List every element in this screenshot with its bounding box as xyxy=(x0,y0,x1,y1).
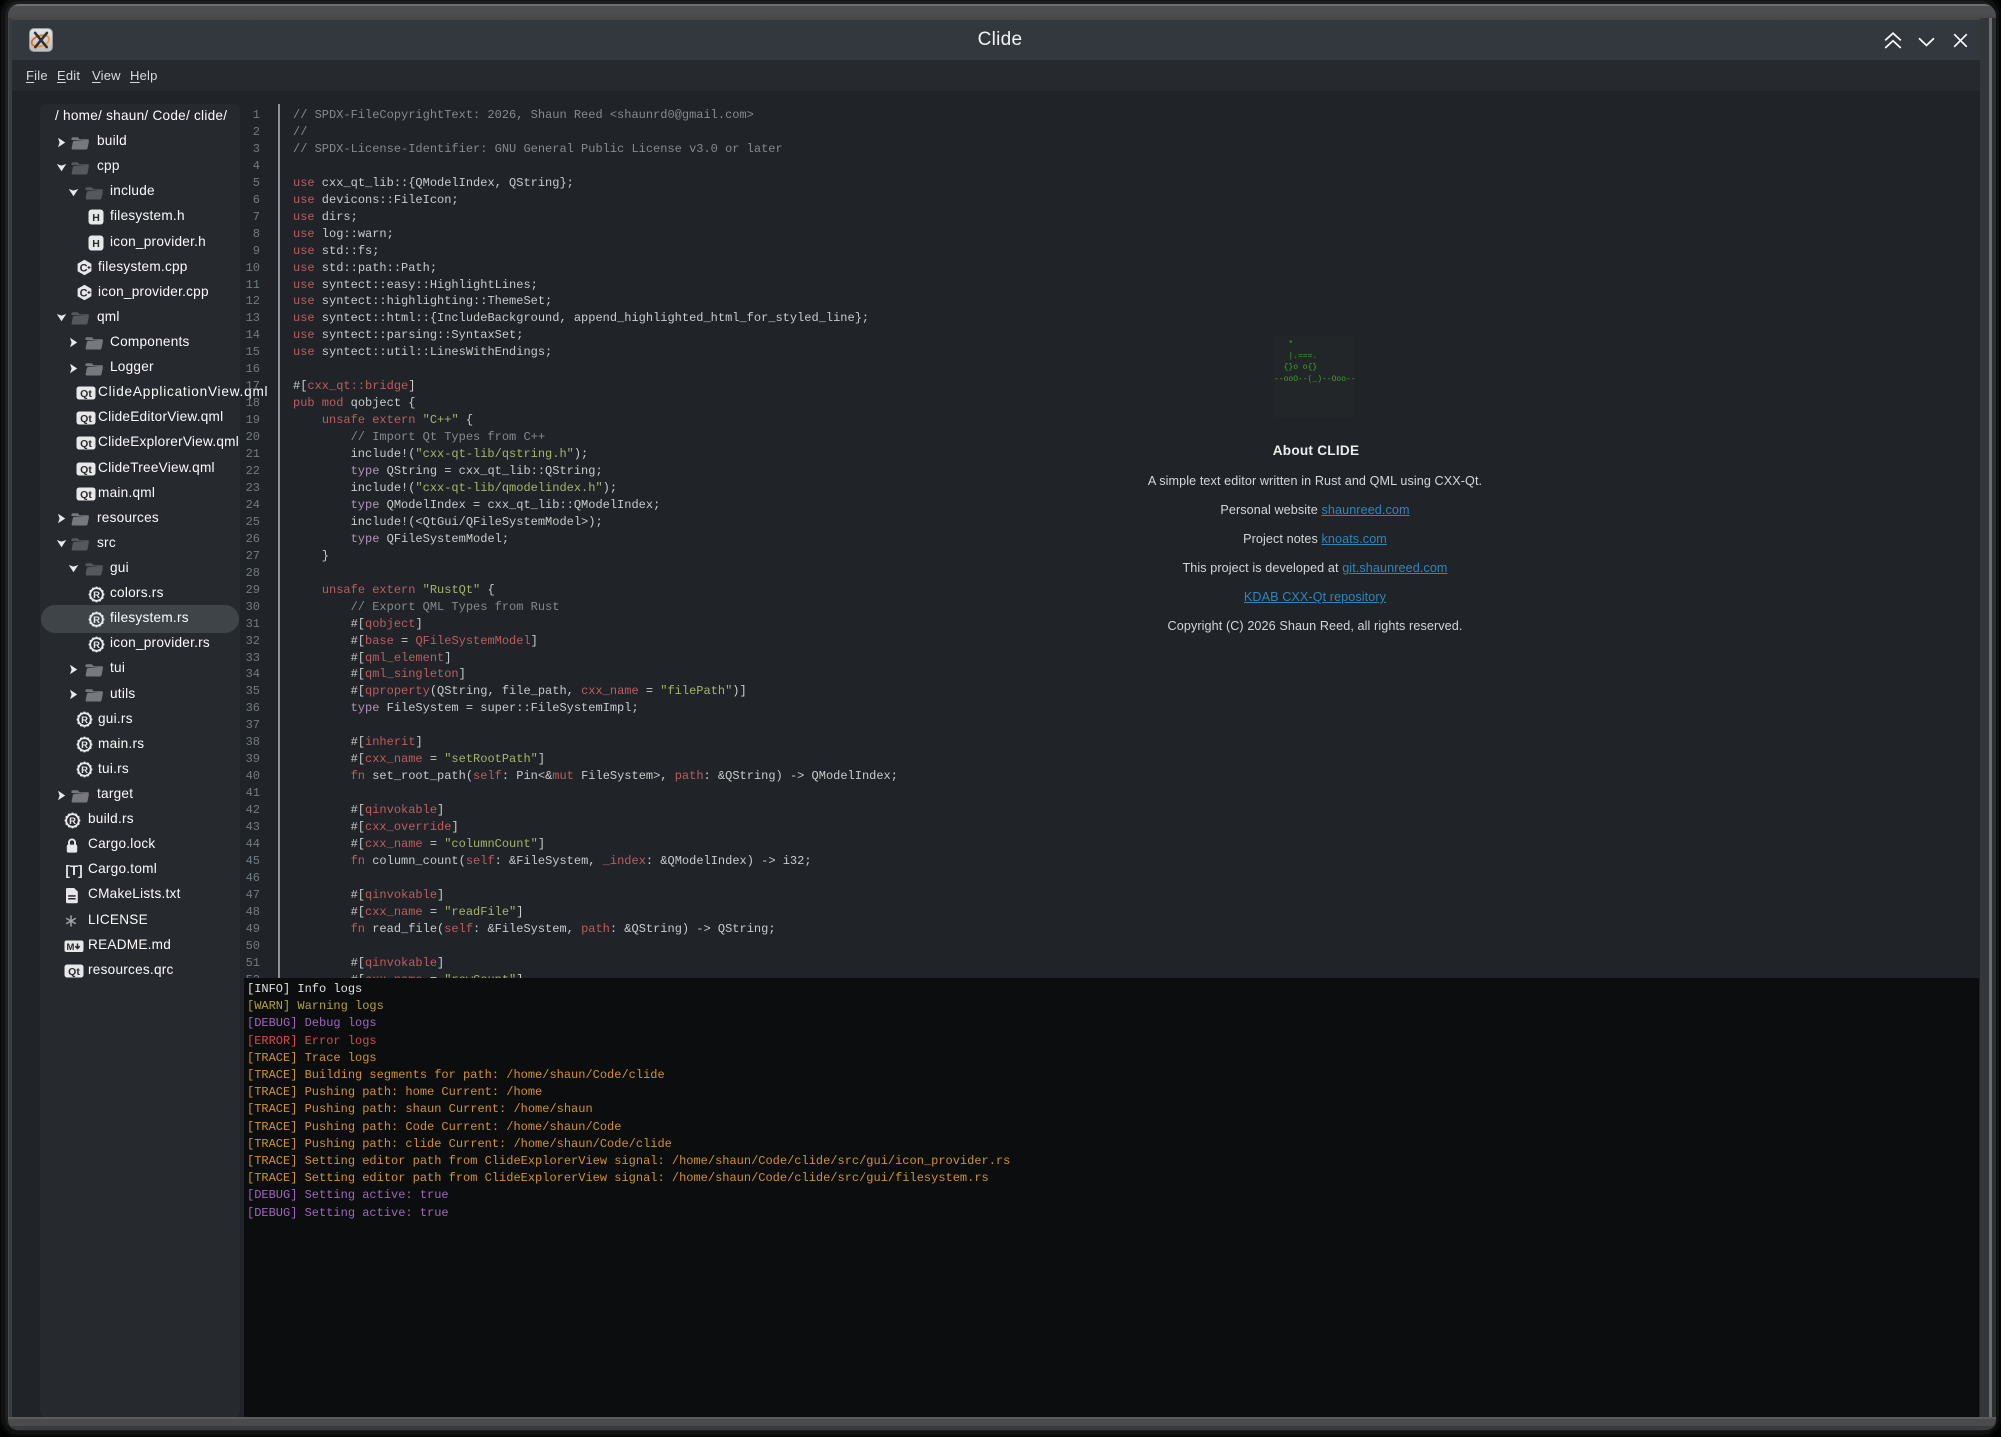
svg-text:Qt: Qt xyxy=(80,388,92,400)
svg-text:R: R xyxy=(93,640,100,651)
svg-text:R: R xyxy=(93,615,100,626)
svg-text:[T]: [T] xyxy=(65,863,82,878)
svg-text:C: C xyxy=(80,263,88,275)
svg-text:Qt: Qt xyxy=(80,438,92,450)
svg-text:Qt: Qt xyxy=(68,966,80,978)
svg-text:R: R xyxy=(93,590,100,601)
svg-text:R: R xyxy=(69,816,76,827)
svg-text:M: M xyxy=(66,942,74,953)
svg-text:R: R xyxy=(81,715,88,726)
svg-text:Qt: Qt xyxy=(80,464,92,476)
svg-text:R: R xyxy=(81,765,88,776)
svg-text:Qt: Qt xyxy=(80,413,92,425)
svg-text:C: C xyxy=(80,288,88,300)
svg-text:Qt: Qt xyxy=(80,489,92,501)
svg-text:H: H xyxy=(92,238,100,250)
svg-text:H: H xyxy=(92,212,100,224)
svg-text:R: R xyxy=(81,740,88,751)
